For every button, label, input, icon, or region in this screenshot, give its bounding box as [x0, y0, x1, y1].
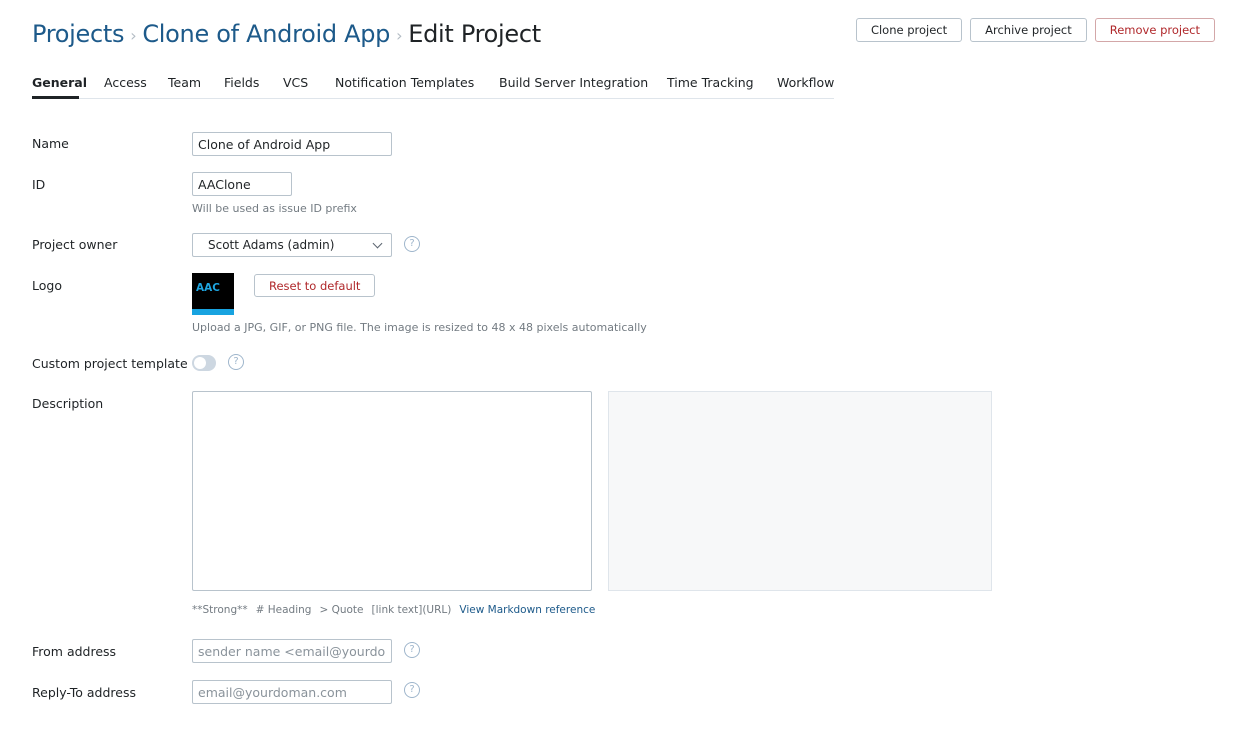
markdown-hint-heading: # Heading [255, 604, 312, 616]
logo-text: AAC [196, 282, 220, 294]
breadcrumb: Projects › Clone of Android App › Edit P… [32, 18, 541, 50]
reply-to-label: Reply-To address [32, 685, 137, 700]
description-textarea[interactable] [192, 391, 592, 591]
name-field[interactable] [192, 132, 392, 156]
question-circle-icon[interactable]: ? [404, 682, 420, 698]
id-label: ID [32, 177, 46, 192]
markdown-hint-link: [link text](URL) [371, 604, 452, 616]
tab-notification-templates[interactable]: Notification Templates [335, 75, 474, 90]
project-logo[interactable]: AAC [192, 273, 234, 315]
page-title: Edit Project [408, 20, 541, 48]
from-address-field[interactable] [192, 639, 392, 663]
logo-accent-bar [192, 309, 234, 315]
project-owner-value: Scott Adams (admin) [208, 238, 335, 252]
tab-time-tracking[interactable]: Time Tracking [667, 75, 754, 90]
id-field[interactable] [192, 172, 292, 196]
description-label: Description [32, 396, 104, 411]
id-hint: Will be used as issue ID prefix [192, 202, 357, 215]
from-address-label: From address [32, 644, 117, 659]
markdown-reference-link[interactable]: View Markdown reference [459, 604, 595, 616]
tab-bar: General Access Team Fields VCS Notificat… [32, 72, 834, 99]
markdown-hint-quote: > Quote [319, 604, 364, 616]
clone-project-button[interactable]: Clone project [855, 18, 963, 42]
project-owner-label: Project owner [32, 237, 118, 252]
chevron-right-icon: › [130, 25, 137, 45]
tab-team[interactable]: Team [168, 75, 201, 90]
archive-project-button[interactable]: Archive project [970, 18, 1087, 42]
tab-fields[interactable]: Fields [224, 75, 259, 90]
tab-access[interactable]: Access [104, 75, 147, 90]
markdown-hint-strong: **Strong** [192, 604, 248, 616]
question-circle-icon[interactable]: ? [228, 354, 244, 370]
breadcrumb-project-link[interactable]: Clone of Android App [142, 20, 390, 48]
description-preview [608, 391, 992, 591]
tab-build-server-integration[interactable]: Build Server Integration [499, 75, 648, 90]
logo-label: Logo [32, 278, 62, 293]
chevron-right-icon: › [396, 25, 403, 45]
name-label: Name [32, 136, 69, 151]
question-circle-icon[interactable]: ? [404, 236, 420, 252]
reply-to-field[interactable] [192, 680, 392, 704]
markdown-hints: **Strong** # Heading > Quote [link text]… [192, 604, 595, 616]
breadcrumb-projects-link[interactable]: Projects [32, 20, 125, 48]
tab-workflow[interactable]: Workflow [777, 75, 834, 90]
toggle-knob [194, 357, 206, 369]
custom-template-label: Custom project template [32, 356, 188, 371]
active-tab-indicator [32, 96, 79, 99]
tab-vcs[interactable]: VCS [283, 75, 308, 90]
tab-general[interactable]: General [32, 75, 87, 90]
chevron-down-icon [372, 238, 383, 249]
custom-template-toggle[interactable] [192, 355, 216, 371]
remove-project-button[interactable]: Remove project [1094, 18, 1215, 42]
question-circle-icon[interactable]: ? [404, 642, 420, 658]
project-actions: Clone project Archive project Remove pro… [855, 18, 1215, 42]
logo-hint: Upload a JPG, GIF, or PNG file. The imag… [192, 321, 647, 334]
project-owner-select[interactable]: Scott Adams (admin) [192, 233, 392, 257]
reset-logo-button[interactable]: Reset to default [254, 274, 376, 297]
